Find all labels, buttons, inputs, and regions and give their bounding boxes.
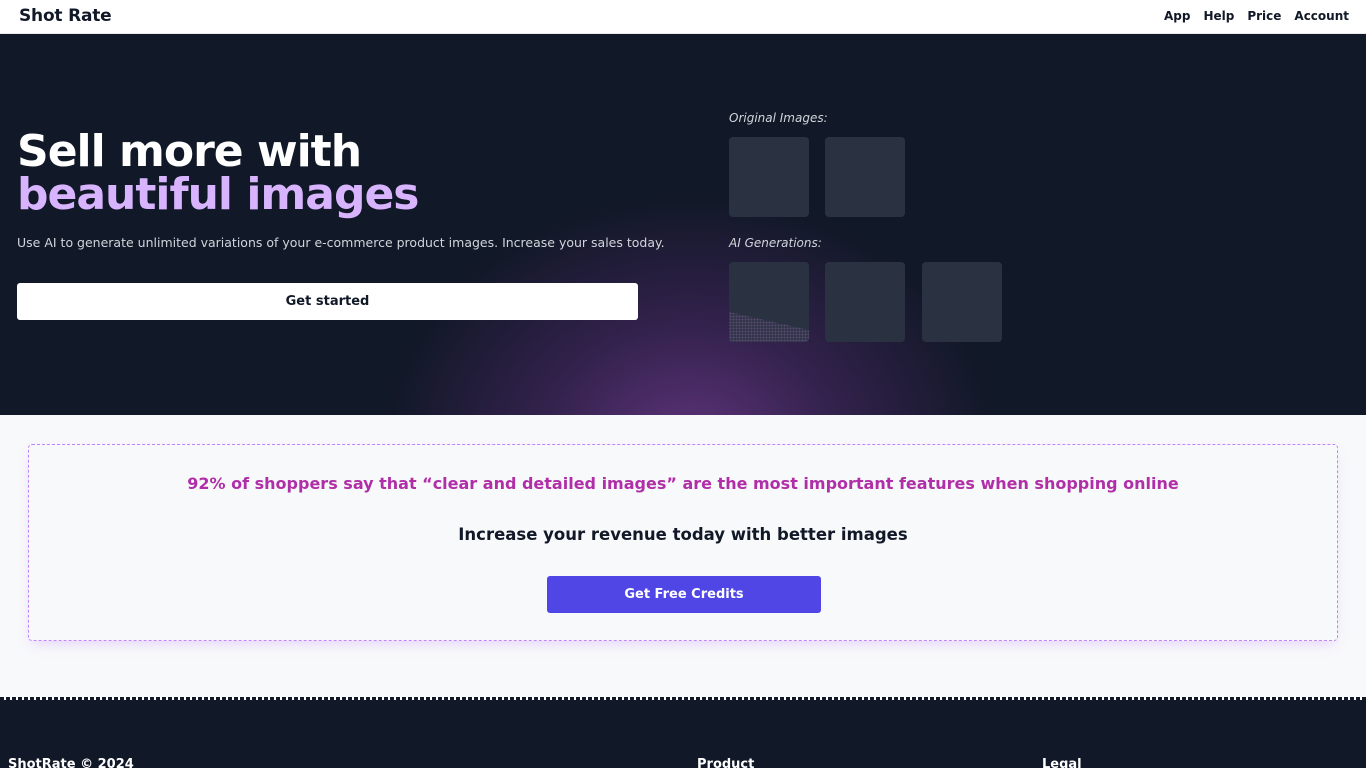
original-images-label: Original Images: xyxy=(729,111,828,125)
headline-line-2: beautiful images xyxy=(17,169,419,220)
ai-generations-label: AI Generations: xyxy=(729,236,822,250)
hero-headline: Sell more with beautiful images xyxy=(17,126,419,220)
get-started-button[interactable]: Get started xyxy=(17,283,638,320)
headline-line-1: Sell more with xyxy=(17,126,362,177)
footer-legal-heading: Legal xyxy=(1042,757,1082,768)
stat-callout: 92% of shoppers say that “clear and deta… xyxy=(28,444,1338,641)
get-free-credits-button[interactable]: Get Free Credits xyxy=(547,576,821,613)
nav-links: App Help Price Account xyxy=(1164,9,1349,23)
footer: ShotRate © 2024 Product Legal xyxy=(0,700,1366,768)
hero-subtext: Use AI to generate unlimited variations … xyxy=(17,235,665,250)
ai-generation-placeholder xyxy=(825,262,905,342)
footer-product-heading: Product xyxy=(697,757,755,768)
ai-generation-placeholder xyxy=(922,262,1002,342)
stat-subheading: Increase your revenue today with better … xyxy=(458,525,908,544)
ai-generation-placeholder xyxy=(729,262,809,342)
nav-link-app[interactable]: App xyxy=(1164,9,1190,23)
original-image-placeholder xyxy=(825,137,905,217)
top-nav: Shot Rate App Help Price Account xyxy=(0,0,1366,34)
nav-link-account[interactable]: Account xyxy=(1294,9,1349,23)
nav-link-price[interactable]: Price xyxy=(1247,9,1281,23)
stat-quote: 92% of shoppers say that “clear and deta… xyxy=(187,474,1179,493)
hero-section: Sell more with beautiful images Use AI t… xyxy=(0,34,1366,415)
original-image-placeholder xyxy=(729,137,809,217)
brand-logo[interactable]: Shot Rate xyxy=(19,6,112,26)
footer-copyright: ShotRate © 2024 xyxy=(8,757,134,768)
nav-link-help[interactable]: Help xyxy=(1203,9,1234,23)
